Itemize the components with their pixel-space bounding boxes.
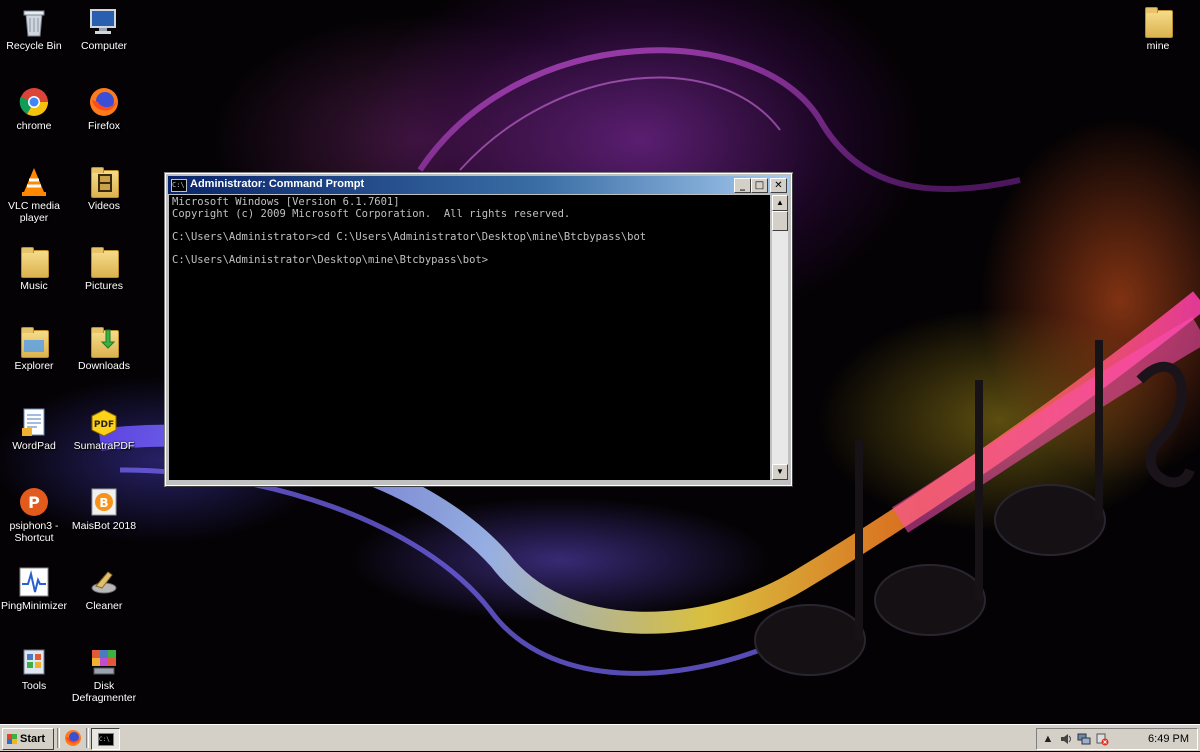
desktop-icon-explorer[interactable]: Explorer: [0, 326, 72, 372]
folder-icon: [1142, 6, 1174, 38]
command-prompt-window[interactable]: C:\ Administrator: Command Prompt _ □ ✕ …: [165, 173, 792, 486]
svg-text:PDF: PDF: [94, 420, 114, 430]
start-label: Start: [20, 733, 46, 745]
scroll-thumb[interactable]: [772, 211, 788, 231]
downloads-folder-icon: [88, 326, 120, 358]
desktop-icon-label: VLC media player: [8, 200, 60, 224]
desktop-icon-disk-defragmenter[interactable]: Disk Defragmenter: [66, 646, 142, 704]
desktop-icon-label: MaisBot 2018: [71, 520, 137, 532]
close-button[interactable]: ✕: [770, 178, 787, 193]
cleaner-icon: [88, 566, 120, 598]
recycle-bin-icon: [18, 6, 50, 38]
disk-defragmenter-icon: [88, 646, 120, 678]
sumatrapdf-icon: PDF: [88, 406, 120, 438]
desktop-icon-vlc[interactable]: VLC media player: [0, 166, 72, 224]
desktop-icon-psiphon[interactable]: P psiphon3 - Shortcut: [0, 486, 72, 544]
desktop-icon-downloads[interactable]: Downloads: [66, 326, 142, 372]
desktop-icon-label: Music: [20, 280, 48, 292]
desktop-icon-label: Explorer: [14, 360, 54, 372]
cmd-icon: C:\: [98, 733, 114, 746]
desktop-icon-firefox[interactable]: Firefox: [66, 86, 142, 132]
taskbar-button-command-prompt[interactable]: C:\: [91, 728, 120, 750]
desktop-icon-label: chrome: [16, 120, 52, 132]
desktop-icon-chrome[interactable]: chrome: [0, 86, 72, 132]
scroll-up-button[interactable]: ▲: [772, 195, 788, 211]
chrome-icon: [18, 86, 50, 118]
console-area[interactable]: Microsoft Windows [Version 6.1.7601] Cop…: [169, 195, 770, 480]
maisbot-icon: B: [88, 486, 120, 518]
explorer-icon: [18, 326, 50, 358]
desktop-icon-label: Computer: [80, 40, 128, 52]
scroll-down-button[interactable]: ▼: [772, 464, 788, 480]
desktop-icon-mine[interactable]: mine: [1120, 6, 1196, 52]
desktop-icon-label: Pictures: [85, 280, 123, 292]
network-icon[interactable]: [1077, 732, 1091, 746]
desktop-icon-label: Firefox: [87, 120, 121, 132]
desktop-icon-maisbot[interactable]: B MaisBot 2018: [66, 486, 142, 532]
desktop-icon-label: Videos: [88, 200, 120, 212]
psiphon-icon: P: [18, 486, 50, 518]
chevron-up-icon[interactable]: ▲: [1041, 732, 1055, 746]
clock[interactable]: 6:49 PM: [1148, 729, 1189, 749]
desktop-icon-computer[interactable]: Computer: [66, 6, 142, 52]
window-title-bar[interactable]: C:\ Administrator: Command Prompt _ □ ✕: [168, 176, 789, 194]
start-button[interactable]: Start: [2, 728, 54, 750]
cmd-icon: C:\: [171, 179, 187, 192]
desktop-icon-pingminimizer[interactable]: PingMinimizer: [0, 566, 72, 612]
minimize-button[interactable]: _: [734, 178, 751, 193]
desktop-icon-label: Downloads: [78, 360, 130, 372]
desktop-icon-videos[interactable]: Videos: [66, 166, 142, 212]
volume-icon[interactable]: [1059, 732, 1073, 746]
system-tray: ▲ 6:49 PM: [1036, 728, 1198, 750]
desktop-icon-tools[interactable]: Tools: [0, 646, 72, 692]
console-text[interactable]: Microsoft Windows [Version 6.1.7601] Cop…: [172, 196, 646, 266]
desktop-icon-label: SumatraPDF: [73, 440, 135, 452]
desktop-icon-wordpad[interactable]: WordPad: [0, 406, 72, 452]
desktop-icon-label: PingMinimizer: [1, 600, 67, 612]
wordpad-icon: [18, 406, 50, 438]
desktop-icon-label: WordPad: [12, 440, 56, 452]
taskbar-separator: [86, 728, 89, 748]
desktop-icon-label: Cleaner: [85, 600, 123, 612]
vertical-scrollbar[interactable]: ▲ ▼: [772, 195, 788, 480]
folder-icon: [88, 246, 120, 278]
action-center-icon[interactable]: [1095, 732, 1109, 746]
vlc-icon: [18, 166, 50, 198]
folder-icon: [18, 246, 50, 278]
maximize-button[interactable]: □: [751, 178, 768, 193]
firefox-icon: [88, 86, 120, 118]
desktop-icon-label: Tools: [21, 680, 47, 692]
desktop-icon-label: mine: [1146, 40, 1170, 52]
desktop-icon-sumatrapdf[interactable]: PDF SumatraPDF: [66, 406, 142, 452]
window-title: Administrator: Command Prompt: [190, 178, 365, 190]
computer-icon: [88, 6, 120, 38]
pingminimizer-icon: [18, 566, 50, 598]
taskbar: Start C:\ ▲ 6:49 PM: [0, 724, 1200, 751]
tools-icon: [18, 646, 50, 678]
desktop-icon-label: Disk Defragmenter: [71, 680, 137, 704]
videos-folder-icon: [88, 166, 120, 198]
desktop-icon-music[interactable]: Music: [0, 246, 72, 292]
quicklaunch-firefox-icon[interactable]: [64, 729, 82, 747]
desktop-icon-pictures[interactable]: Pictures: [66, 246, 142, 292]
svg-text:B: B: [99, 496, 108, 510]
desktop-icon-label: psiphon3 - Shortcut: [9, 520, 59, 544]
desktop-icon-recycle-bin[interactable]: Recycle Bin: [0, 6, 72, 52]
windows-flag-icon: [7, 734, 17, 744]
svg-text:P: P: [28, 493, 40, 512]
desktop-icon-label: Recycle Bin: [6, 40, 62, 52]
taskbar-separator: [57, 728, 60, 748]
desktop-icon-cleaner[interactable]: Cleaner: [66, 566, 142, 612]
